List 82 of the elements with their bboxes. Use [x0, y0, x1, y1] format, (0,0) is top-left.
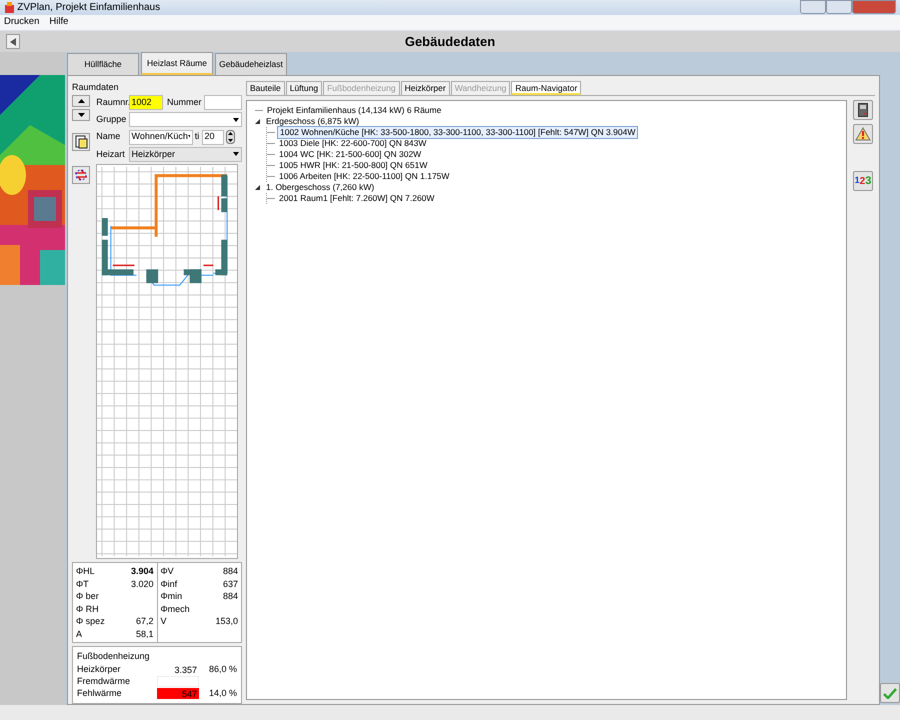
- tree-item[interactable]: Projekt Einfamilienhaus (14,134 kW) 6 Räume: [265, 105, 444, 116]
- numbering-button[interactable]: 123: [853, 171, 873, 191]
- tree-item[interactable]: 1. Obergeschoss (7,260 kW): [264, 182, 376, 193]
- row-percent: 14,0 %: [208, 686, 237, 700]
- value-bar: 547: [157, 688, 199, 699]
- down-arrow-icon: [78, 113, 84, 118]
- window-title: ZVPlan, Projekt Einfamilienhaus: [17, 1, 160, 15]
- stat-value: 153,0: [215, 615, 238, 628]
- row-label: Heizkörper: [77, 662, 122, 676]
- stat-label: ΦHL: [76, 565, 95, 578]
- down-button[interactable]: [72, 109, 90, 122]
- tree-item[interactable]: 1005 HWR [HK: 21-500-800] QN 651W: [277, 160, 430, 171]
- tab[interactable]: Heizlast Räume: [141, 52, 213, 75]
- field-label: Raumnr.: [96, 96, 126, 109]
- tree-item[interactable]: 2001 Raum1 [Fehlt: 7.260W] QN 7.260W: [277, 193, 436, 204]
- stat-label: Φmech: [160, 602, 190, 615]
- stat-label: ΦV: [160, 565, 174, 578]
- expanded-triangle-icon[interactable]: [255, 119, 260, 124]
- app-icon: [4, 2, 15, 13]
- field-label: Name: [96, 130, 122, 144]
- stat-value: 58,1: [136, 628, 154, 640]
- menu-item[interactable]: Drucken: [4, 15, 40, 30]
- calculator-icon: [858, 103, 868, 117]
- tree-item[interactable]: Erdgeschoss (6,875 kW): [264, 116, 362, 127]
- field-label: Nummer: [167, 96, 202, 109]
- warning-button[interactable]: [853, 124, 873, 144]
- tree-item[interactable]: 1006 Arbeiten [HK: 22-500-1100] QN 1.175W: [277, 171, 452, 182]
- number-field[interactable]: [204, 95, 242, 110]
- swap-button[interactable]: [72, 166, 90, 184]
- calculator-button[interactable]: [853, 100, 873, 120]
- stat-value: 3.020: [130, 578, 154, 590]
- stat-value: 67,2: [136, 615, 154, 628]
- spinner-icon[interactable]: [226, 130, 235, 144]
- swap-icon: [74, 168, 88, 182]
- stat-value: 637: [222, 578, 238, 590]
- row-value: 3.357: [173, 664, 198, 675]
- name-dropdown[interactable]: Wohnen/Küch: [128, 130, 192, 144]
- stat-label: V: [160, 615, 167, 628]
- stat-value: 3.904: [130, 565, 154, 578]
- caret-icon: [233, 118, 239, 122]
- header-title: Gebäudedaten: [404, 34, 496, 50]
- room-number-field[interactable]: 1002: [128, 95, 162, 110]
- copy-icon: [74, 134, 88, 148]
- up-arrow-icon: [78, 99, 84, 103]
- stat-label: Φ RH: [76, 602, 99, 615]
- row-label: Fremdwärme: [77, 674, 132, 688]
- tree-item[interactable]: 1004 WC [HK: 21-500-600] QN 302W: [277, 149, 424, 160]
- tree-item[interactable]: 1003 Diele [HK: 22-600-700] QN 843W: [277, 138, 428, 149]
- checkmark-icon: [883, 688, 897, 698]
- sub-tab[interactable]: Lüftung: [286, 81, 322, 95]
- up-button[interactable]: [72, 95, 90, 107]
- stat-label: A: [76, 628, 82, 640]
- menu-item[interactable]: Hilfe: [49, 15, 68, 30]
- back-arrow-icon: [10, 38, 16, 46]
- row-percent: 86,0 %: [208, 662, 237, 676]
- warning-icon: [855, 127, 871, 141]
- stat-label: ΦT: [76, 578, 89, 590]
- stat-label: Φmin: [160, 590, 182, 602]
- stat-label: Φinf: [160, 578, 178, 590]
- field-label: Heizart: [96, 148, 126, 160]
- caret-icon: [233, 152, 239, 156]
- row-label: Fehlwärme: [77, 686, 123, 700]
- stat-label: Φ spez: [76, 615, 105, 628]
- tree-item[interactable]: 1002 Wohnen/Küche [HK: 33-500-1800, 33-300-1100, 33-300-1100] [Fehlt: 547W] QN 3.904W: [277, 126, 638, 139]
- heating-dropdown[interactable]: Heizkörper: [128, 146, 242, 162]
- back-button[interactable]: [6, 34, 20, 49]
- field-label: Gruppe: [96, 113, 126, 126]
- group-label: Raumdaten: [72, 81, 120, 92]
- tab[interactable]: Gebäudeheizlast: [215, 53, 287, 75]
- temperature-field[interactable]: 20: [202, 130, 224, 144]
- stat-label: Φ ber: [76, 590, 99, 602]
- caret-icon: [188, 135, 190, 139]
- stat-value: 884: [222, 590, 238, 602]
- field-label: ti: [194, 130, 200, 144]
- sub-tab[interactable]: Bauteile: [246, 81, 285, 95]
- copy-room-button[interactable]: [72, 132, 90, 150]
- tab[interactable]: Hüllfläche: [67, 53, 139, 75]
- section-title: Fußbodenheizung: [77, 650, 151, 663]
- stat-value: 884: [222, 565, 238, 578]
- expanded-triangle-icon[interactable]: [255, 185, 260, 190]
- sub-tab[interactable]: Heizkörper: [400, 81, 450, 95]
- sub-tab[interactable]: Raum-Navigator: [511, 81, 582, 95]
